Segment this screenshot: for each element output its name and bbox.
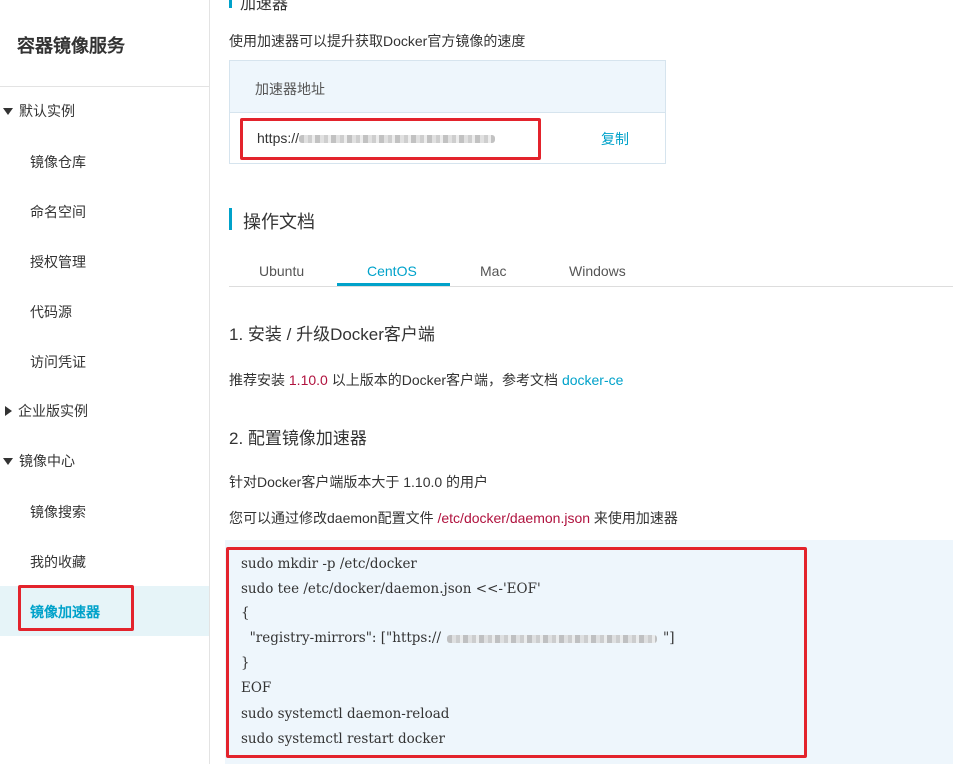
- accelerator-header-label: 加速器地址: [255, 81, 325, 97]
- caret-down-icon: [3, 457, 13, 465]
- daemon-json-path: /etc/docker/daemon.json: [437, 510, 591, 526]
- step1-text: 推荐安装 1.10.0 以上版本的Docker客户端，参考文档 docker-c…: [229, 370, 623, 390]
- sidebar-item-authorization[interactable]: 授权管理: [30, 252, 86, 272]
- section-title-accelerator: 加速器: [240, 0, 289, 13]
- accelerator-description: 使用加速器可以提升获取Docker官方镜像的速度: [229, 33, 526, 49]
- tab-centos[interactable]: CentOS: [367, 263, 417, 279]
- step2-line2: 您可以通过修改daemon配置文件 /etc/docker/daemon.jso…: [229, 508, 678, 528]
- sidebar-item-code-source[interactable]: 代码源: [30, 302, 72, 322]
- step2-line1: 针对Docker客户端版本大于 1.10.0 的用户: [229, 474, 489, 490]
- section-bar-docs: [229, 208, 232, 230]
- nav-group-enterprise-instance[interactable]: 企业版实例: [0, 400, 88, 422]
- active-tab-underline: [337, 283, 450, 286]
- nav-group-label: 默认实例: [19, 103, 75, 119]
- caret-right-icon: [5, 406, 12, 416]
- step2-line2-after: 来使用加速器: [590, 510, 678, 526]
- step1-text-middle: 以上版本的Docker客户端，参考文档: [327, 372, 562, 388]
- sidebar-item-image-repo[interactable]: 镜像仓库: [30, 152, 86, 172]
- tab-windows[interactable]: Windows: [569, 263, 626, 279]
- copy-button[interactable]: 复制: [601, 129, 629, 149]
- sidebar-title: 容器镜像服务: [17, 36, 125, 56]
- highlight-box-sidebar: [18, 585, 134, 631]
- accelerator-table-header: 加速器地址: [230, 61, 665, 113]
- tab-ubuntu[interactable]: Ubuntu: [259, 263, 304, 279]
- nav-group-image-center[interactable]: 镜像中心: [0, 450, 75, 472]
- section-title-docs: 操作文档: [243, 212, 315, 232]
- step2-line2-before: 您可以通过修改daemon配置文件: [229, 510, 438, 526]
- step1-text-before: 推荐安装: [229, 372, 289, 388]
- highlight-box-url: [240, 118, 541, 160]
- sidebar-item-favorites[interactable]: 我的收藏: [30, 552, 86, 572]
- sidebar-item-access-credential[interactable]: 访问凭证: [30, 352, 86, 372]
- section-bar-accelerator: [229, 0, 232, 8]
- sidebar-item-namespace[interactable]: 命名空间: [30, 202, 86, 222]
- step2-heading: 2. 配置镜像加速器: [229, 429, 367, 448]
- sidebar-divider: [0, 86, 210, 87]
- docker-ce-link[interactable]: docker-ce: [562, 372, 623, 388]
- tab-mac[interactable]: Mac: [480, 263, 506, 279]
- caret-down-icon: [3, 107, 13, 115]
- step1-heading: 1. 安装 / 升级Docker客户端: [229, 325, 435, 344]
- nav-group-label: 镜像中心: [19, 453, 75, 469]
- nav-group-default-instance[interactable]: 默认实例: [0, 100, 75, 122]
- sidebar-item-image-search[interactable]: 镜像搜索: [30, 502, 86, 522]
- nav-group-label: 企业版实例: [18, 403, 88, 419]
- sidebar: 容器镜像服务 默认实例 镜像仓库 命名空间 授权管理 代码源 访问凭证 企业版实…: [0, 0, 210, 764]
- step1-version: 1.10.0: [288, 372, 328, 388]
- os-tabs: Ubuntu CentOS Mac Windows: [229, 258, 953, 287]
- highlight-box-code: [226, 547, 807, 758]
